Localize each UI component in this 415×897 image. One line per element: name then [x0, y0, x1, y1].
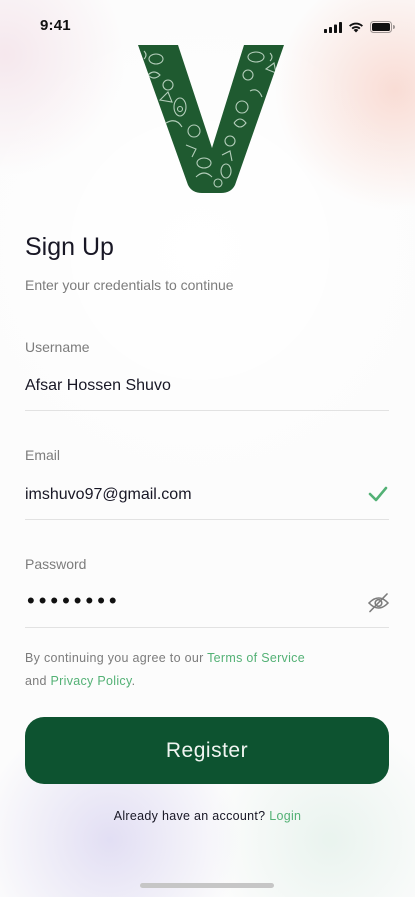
password-label: Password	[25, 556, 87, 572]
register-button[interactable]: Register	[25, 717, 389, 784]
login-prompt: Already have an account? Login	[0, 809, 415, 823]
terms-of-service-link[interactable]: Terms of Service	[207, 651, 305, 665]
email-divider	[25, 519, 389, 520]
privacy-policy-link[interactable]: Privacy Policy	[51, 674, 132, 688]
status-time: 9:41	[40, 17, 71, 34]
page-subtitle: Enter your credentials to continue	[25, 277, 234, 293]
status-icons	[324, 21, 395, 33]
eye-off-icon[interactable]	[367, 592, 390, 613]
username-label: Username	[25, 339, 90, 355]
email-label: Email	[25, 447, 61, 463]
logo-v-icon	[138, 45, 284, 193]
terms-prefix: By continuing you agree to our	[25, 651, 208, 665]
username-divider	[25, 410, 389, 411]
page-title: Sign Up	[25, 233, 114, 261]
status-bar: 9:41	[0, 0, 415, 50]
terms-suffix: .	[131, 674, 136, 688]
login-link[interactable]: Login	[269, 809, 301, 823]
email-field[interactable]: imshuvo97@gmail.com	[25, 486, 192, 504]
home-indicator[interactable]	[140, 883, 274, 888]
signal-icon	[324, 21, 342, 33]
check-icon	[368, 486, 388, 502]
password-divider	[25, 627, 389, 628]
terms-middle: and	[25, 674, 51, 688]
wifi-icon	[349, 22, 363, 32]
terms-text: By continuing you agree to our Terms of …	[25, 647, 305, 693]
battery-icon	[370, 21, 395, 33]
password-field[interactable]: ••••••••	[27, 588, 121, 614]
username-field[interactable]: Afsar Hossen Shuvo	[25, 377, 171, 395]
login-prompt-text: Already have an account?	[113, 809, 270, 823]
